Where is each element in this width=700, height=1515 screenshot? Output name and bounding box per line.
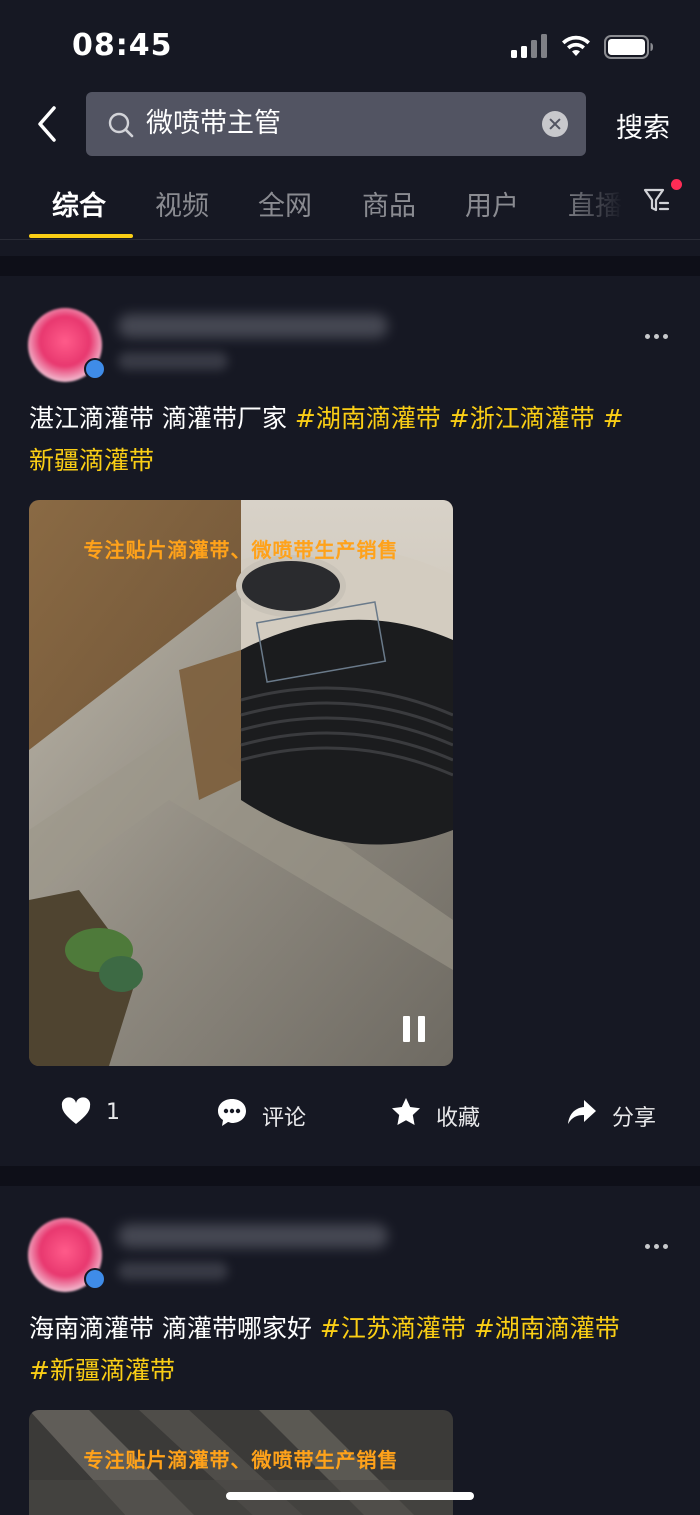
video-player[interactable]: 专注贴片滴灌带、微喷带生产销售 [29,500,453,1066]
hashtag-link[interactable]: #新疆滴灌带 [29,1356,175,1385]
hashtag-link[interactable]: #湖南滴灌带 [466,1314,620,1343]
star-icon [392,1098,420,1125]
pause-icon[interactable] [403,1016,427,1042]
share-button[interactable]: 分享 [566,1088,676,1138]
tab-users[interactable]: 用户 [465,184,519,223]
video-frame [29,500,453,1066]
status-bar: 08:45 [0,0,700,88]
heart-icon [61,1097,91,1124]
clear-icon[interactable] [542,111,568,137]
comment-label: 评论 [262,1106,307,1131]
comment-icon [218,1099,246,1126]
back-arrow-icon[interactable] [28,104,68,144]
tab-whole-web[interactable]: 全网 [258,184,312,223]
post-caption: 海南滴灌带 滴灌带哪家好 #江苏滴灌带 #湖南滴灌带 #新疆滴灌带 [29,1308,669,1392]
more-icon[interactable] [642,332,672,342]
cellular-signal-icon [511,34,547,58]
wifi-icon [562,35,590,56]
search-header: 微喷带主管 搜索 [0,88,700,160]
author-name-blurred[interactable] [118,314,388,338]
active-tab-indicator [29,234,133,238]
section-divider [0,256,700,276]
share-label: 分享 [612,1106,657,1131]
status-time: 08:45 [72,28,173,63]
comment-button[interactable]: 评论 [216,1088,326,1138]
section-divider [0,1166,700,1186]
filter-notification-dot [671,179,682,190]
caption-text: 湛江滴灌带 滴灌带厂家 [29,404,295,433]
video-overlay-text: 专注贴片滴灌带、微喷带生产销售 [83,538,399,562]
verified-badge-icon [84,1268,106,1290]
author-name-blurred[interactable] [118,1224,388,1248]
post-card: 湛江滴灌带 滴灌带厂家 #湖南滴灌带 #浙江滴灌带 # 新疆滴灌带 专注贴片滴灌… [0,276,700,1166]
tabs-fade [560,168,650,238]
more-icon[interactable] [642,1242,672,1252]
search-button[interactable]: 搜索 [616,106,670,145]
tab-products[interactable]: 商品 [362,184,416,223]
tab-video[interactable]: 视频 [155,184,209,223]
hashtag-link[interactable]: #浙江滴灌带 [441,404,595,433]
tab-comprehensive[interactable]: 综合 [52,184,106,223]
caption-text: 海南滴灌带 滴灌带哪家好 [29,1314,320,1343]
search-icon [108,112,134,138]
like-count: 1 [106,1100,120,1125]
video-overlay-text: 专注贴片滴灌带、微喷带生产销售 [83,1448,399,1472]
verified-badge-icon [84,358,106,380]
search-tabs: 综合 视频 全网 商品 用户 直播 [0,168,700,240]
post-date-blurred [118,1262,228,1280]
battery-icon [604,35,653,59]
search-query-text: 微喷带主管 [146,108,281,139]
favorite-label: 收藏 [436,1106,481,1131]
hashtag-link[interactable]: #江苏滴灌带 [320,1314,466,1343]
filter-icon[interactable] [642,186,672,216]
favorite-button[interactable]: 收藏 [390,1088,500,1138]
hashtag-link[interactable]: 新疆滴灌带 [29,446,154,475]
share-icon [568,1100,596,1124]
post-actions: 1 评论 收藏 分享 [0,1088,700,1138]
post-card: 海南滴灌带 滴灌带哪家好 #江苏滴灌带 #湖南滴灌带 #新疆滴灌带 专注贴片滴灌带… [0,1186,700,1515]
hashtag-link[interactable]: #湖南滴灌带 [295,404,441,433]
like-button[interactable]: 1 [60,1088,170,1138]
search-input[interactable]: 微喷带主管 [86,92,586,156]
post-date-blurred [118,352,228,370]
post-caption: 湛江滴灌带 滴灌带厂家 #湖南滴灌带 #浙江滴灌带 # 新疆滴灌带 [29,398,669,482]
home-indicator[interactable] [226,1492,474,1500]
hashtag-link[interactable]: # [595,404,624,433]
